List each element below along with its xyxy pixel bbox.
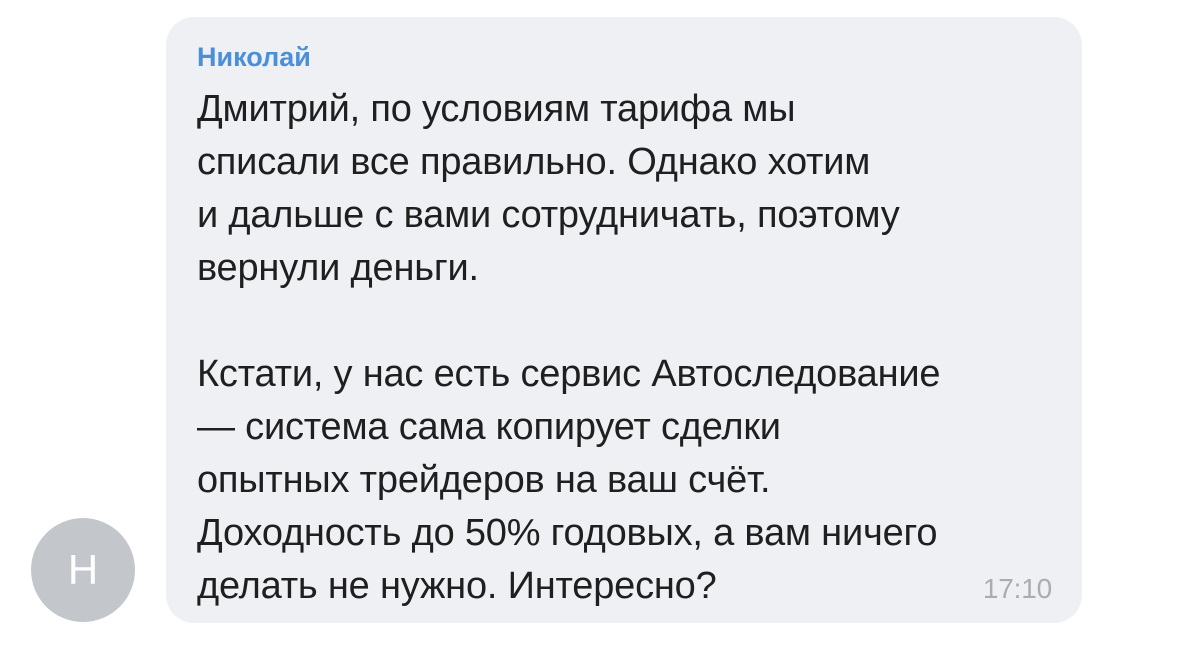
message-line: вернули деньги. [197, 247, 479, 289]
avatar-initial: Н [67, 546, 99, 593]
sender-name[interactable]: Николай [197, 41, 1052, 73]
last-line-row: делать не нужно. Интересно? 17:10 [197, 560, 1052, 615]
message-line: — система сама копирует сделки [197, 406, 781, 448]
message-text: Дмитрий, по условиям тарифа мы списали в… [197, 83, 1052, 615]
message-line: и дальше с вами сотрудничать, поэтому [197, 194, 900, 236]
message-line: Кстати, у нас есть сервис Автоследование [197, 353, 941, 395]
message-bubble[interactable]: Николай Дмитрий, по условиям тарифа мы с… [166, 17, 1082, 623]
message-line: Доходность до 50% годовых, а вам ничего [197, 512, 938, 554]
message-timestamp: 17:10 [982, 573, 1052, 604]
message-line: Дмитрий, по условиям тарифа мы [197, 88, 796, 130]
chat-area: Н Николай Дмитрий, по условиям тарифа мы… [0, 0, 1200, 651]
message-line: списали все правильно. Однако хотим [197, 141, 871, 183]
avatar[interactable]: Н [31, 518, 135, 622]
message-line: опытных трейдеров на ваш счёт. [197, 459, 771, 501]
message-line: делать не нужно. Интересно? [197, 565, 717, 607]
